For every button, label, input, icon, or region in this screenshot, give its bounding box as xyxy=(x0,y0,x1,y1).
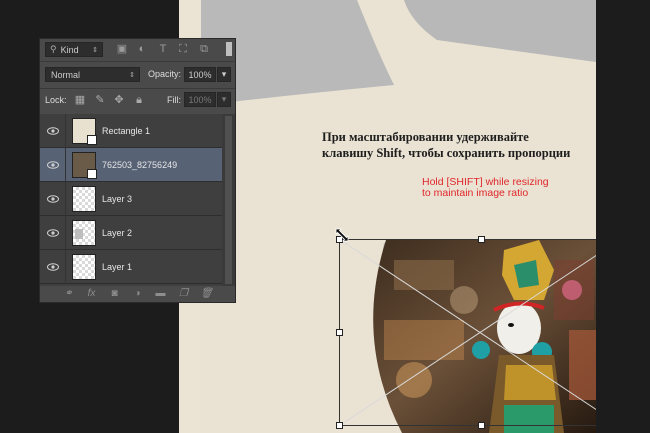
layer-row-layer-3[interactable]: Layer 3 xyxy=(40,181,222,216)
filter-kind-select[interactable]: ⚲ Kind ⇕ xyxy=(45,42,103,57)
link-layers-icon[interactable]: ⚭ xyxy=(62,288,76,300)
transform-diagonals xyxy=(339,239,596,426)
layers-panel: ⚲ Kind ⇕ ▣ ◐ T ⛶ ⧉ Normal ⇕ Opacity: 100… xyxy=(39,38,236,303)
layer-name: 762503_82756249 xyxy=(102,159,178,170)
layer-name: Layer 1 xyxy=(102,261,133,272)
layer-row-layer-1[interactable]: Layer 1 xyxy=(40,249,222,284)
caption-russian: При масштабировании удерживайте клавишу … xyxy=(322,130,571,160)
layer-row-762503-82756249[interactable]: 762503_82756249 xyxy=(40,147,222,182)
layer-row-rectangle-1[interactable]: Rectangle 1 xyxy=(40,113,222,148)
layer-thumbnail xyxy=(72,185,96,212)
layers-scrollbar[interactable] xyxy=(222,114,235,286)
transform-handle-bottom-left[interactable] xyxy=(336,422,343,429)
transform-handle-left[interactable] xyxy=(336,329,343,336)
lock-transparent-icon[interactable]: ▦ xyxy=(74,94,86,106)
spinner-icon: ⇕ xyxy=(129,71,135,79)
layers-list: Rectangle 1 762503_82756249 Layer 3 Laye… xyxy=(40,113,222,286)
layer-name: Rectangle 1 xyxy=(102,125,151,136)
visibility-eye-icon[interactable] xyxy=(40,181,66,216)
layers-footer-toolbar: ⚭ fx ◙ ◑ ▬ ❐ 🗑︎ xyxy=(40,286,235,302)
lock-position-icon[interactable]: ✥ xyxy=(113,94,125,106)
smart-object-filter-icon[interactable]: ⧉ xyxy=(198,43,210,55)
search-icon: ⚲ xyxy=(50,44,57,54)
transform-handle-bottom[interactable] xyxy=(478,422,485,429)
fill-label: Fill: xyxy=(167,95,181,105)
new-group-icon[interactable]: ▬ xyxy=(154,288,168,300)
filter-toggle-switch[interactable] xyxy=(226,42,232,56)
resize-cursor-icon xyxy=(335,228,349,247)
visibility-eye-icon[interactable] xyxy=(40,147,66,182)
type-filter-icon[interactable]: T xyxy=(157,43,169,55)
layer-thumbnail xyxy=(72,253,96,280)
opacity-input[interactable]: 100% xyxy=(184,67,216,82)
lock-label: Lock: xyxy=(45,95,67,105)
image-filter-icon[interactable]: ▣ xyxy=(116,43,128,55)
layer-thumbnail xyxy=(72,151,97,179)
smart-object-badge-icon xyxy=(87,168,97,179)
layer-name: Layer 2 xyxy=(102,227,133,238)
lock-image-icon[interactable]: ✎ xyxy=(94,94,106,106)
opacity-label: Opacity: xyxy=(148,69,182,79)
divider xyxy=(40,61,235,62)
opacity-dropdown-icon[interactable]: ▾ xyxy=(217,67,231,82)
layer-row-layer-2[interactable]: Layer 2 xyxy=(40,215,222,250)
add-mask-icon[interactable]: ◙ xyxy=(108,288,122,300)
visibility-eye-icon[interactable] xyxy=(40,113,66,148)
caption-english: Hold [SHIFT] while resizing to maintain … xyxy=(422,176,549,199)
new-layer-icon[interactable]: ❐ xyxy=(177,288,191,300)
divider xyxy=(40,88,235,89)
spinner-icon: ⇕ xyxy=(92,46,98,54)
adjustment-filter-icon[interactable]: ◐ xyxy=(136,43,148,55)
transform-handle-top[interactable] xyxy=(478,236,485,243)
layer-thumbnail xyxy=(72,219,96,246)
fx-icon[interactable]: fx xyxy=(85,288,99,300)
layer-name: Layer 3 xyxy=(102,193,133,204)
fill-dropdown-icon[interactable]: ▾ xyxy=(217,92,231,107)
trash-icon[interactable]: 🗑︎ xyxy=(200,288,214,300)
free-transform-box[interactable] xyxy=(336,236,596,429)
filter-kind-label: Kind xyxy=(60,44,79,55)
fill-input[interactable]: 100% xyxy=(184,92,216,107)
visibility-eye-icon[interactable] xyxy=(40,249,66,284)
blend-mode-select[interactable]: Normal ⇕ xyxy=(45,67,140,82)
blend-mode-value: Normal xyxy=(51,69,81,80)
adjustment-layer-icon[interactable]: ◑ xyxy=(131,288,145,300)
shape-layer-badge-icon xyxy=(87,134,97,145)
shape-filter-icon[interactable]: ⛶ xyxy=(177,43,189,55)
document-canvas[interactable]: При масштабировании удерживайте клавишу … xyxy=(179,0,596,433)
layer-thumbnail xyxy=(72,117,97,145)
visibility-eye-icon[interactable] xyxy=(40,215,66,250)
lock-all-icon[interactable]: 🔒︎ xyxy=(133,94,145,106)
